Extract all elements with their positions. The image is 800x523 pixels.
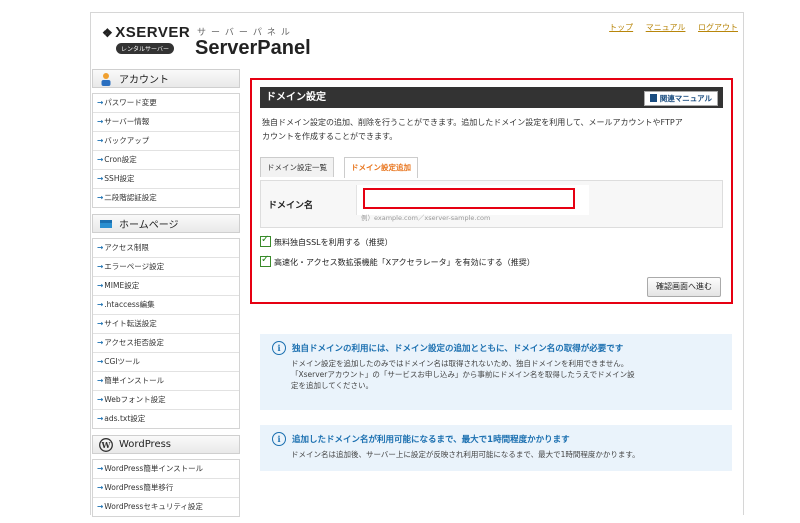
description-line: カウントを作成することができます。	[262, 132, 398, 141]
wordpress-icon: W	[99, 437, 113, 452]
diamond-logo-icon: ❖	[102, 26, 114, 40]
info-heading: 独自ドメインの利用には、ドメイン設定の追加とともに、ドメイン名の取得が必要です	[292, 344, 624, 354]
sidebar-item-ssh[interactable]: →SSH設定	[93, 170, 239, 189]
info-heading: 追加したドメイン名が利用可能になるまで、最大で1時間程度かかります	[292, 435, 570, 445]
arrow-right-icon: →	[97, 155, 104, 164]
free-ssl-checkbox[interactable]: 無料独自SSLを利用する（推奨）	[260, 234, 393, 248]
domain-name-input[interactable]	[363, 188, 575, 209]
manual-link[interactable]: マニュアル	[646, 23, 686, 32]
sidebar-item-2fa[interactable]: →二段階認証設定	[93, 189, 239, 207]
arrow-right-icon: →	[97, 262, 104, 271]
sidebar: アカウント →パスワード変更 →サーバー情報 →バックアップ →Cron設定 →…	[92, 69, 240, 523]
arrow-right-icon: →	[97, 300, 104, 309]
domain-name-label: ドメイン名	[268, 201, 314, 211]
sidebar-item-backup[interactable]: →バックアップ	[93, 132, 239, 151]
homepage-icon	[99, 217, 113, 231]
arrow-right-icon: →	[97, 98, 104, 107]
input-cell	[356, 185, 589, 215]
book-icon	[649, 94, 657, 102]
sidebar-item-server-info[interactable]: →サーバー情報	[93, 113, 239, 132]
sidebar-item-wp-security[interactable]: →WordPressセキュリティ設定	[93, 498, 239, 516]
sidebar-item-wp-migrate[interactable]: →WordPress簡単移行	[93, 479, 239, 498]
x-accelerator-checkbox[interactable]: 高速化・アクセス数拡張機能「Xアクセラレータ」を有効にする（推奨）	[260, 254, 535, 268]
arrow-right-icon: →	[97, 376, 104, 385]
account-menu: →パスワード変更 →サーバー情報 →バックアップ →Cron設定 →SSH設定 …	[92, 93, 240, 208]
arrow-right-icon: →	[97, 281, 104, 290]
info-line: 定を追加してください。	[291, 381, 374, 390]
account-section-header: アカウント	[92, 69, 240, 88]
wordpress-section-title: WordPress	[119, 439, 172, 450]
free-ssl-label: 無料独自SSLを利用する（推奨）	[274, 238, 393, 247]
sidebar-item-web-font[interactable]: →Webフォント設定	[93, 391, 239, 410]
sidebar-item-easy-install[interactable]: →簡単インストール	[93, 372, 239, 391]
arrow-right-icon: →	[97, 502, 104, 511]
logo-badge: レンタルサーバー	[116, 43, 174, 54]
top-links: トップ マニュアル ログアウト	[599, 22, 738, 33]
arrow-right-icon: →	[97, 193, 104, 202]
arrow-right-icon: →	[97, 136, 104, 145]
info-body: ドメイン名は追加後、サーバー上に設定が反映され利用可能になるまで、最大で1時間程…	[291, 449, 720, 460]
arrow-right-icon: →	[97, 319, 104, 328]
sidebar-item-wp-install[interactable]: →WordPress簡単インストール	[93, 460, 239, 479]
confirm-button[interactable]: 確認画面へ進む	[647, 277, 721, 297]
domain-hint: 例）example.com／xserver-sample.com	[361, 214, 491, 222]
info-body: ドメイン設定を追加したのみではドメイン名は取得されないため、独自ドメインを利用で…	[291, 358, 720, 391]
sidebar-item-ads-txt[interactable]: →ads.txt設定	[93, 410, 239, 428]
info-icon: i	[272, 341, 286, 355]
info-line: 「Xserverアカウント」の「サービスお申し込み」から事前にドメイン名を取得し…	[291, 370, 635, 379]
info-icon: i	[272, 432, 286, 446]
domain-settings-panel: ドメイン設定 関連マニュアル 独自ドメイン設定の追加、削除を行うことができます。…	[250, 78, 733, 304]
related-manual-button[interactable]: 関連マニュアル	[643, 91, 718, 106]
svg-text:W: W	[101, 440, 112, 450]
page-title-bar: ドメイン設定 関連マニュアル	[260, 87, 723, 108]
x-accelerator-label: 高速化・アクセス数拡張機能「Xアクセラレータ」を有効にする（推奨）	[274, 258, 535, 267]
homepage-section-title: ホームページ	[119, 220, 179, 231]
arrow-right-icon: →	[97, 464, 104, 473]
arrow-right-icon: →	[97, 357, 104, 366]
arrow-right-icon: →	[97, 338, 104, 347]
sidebar-item-cgi-tools[interactable]: →CGIツール	[93, 353, 239, 372]
logo-text: XSERVER	[115, 24, 191, 41]
checkbox-checked-icon	[260, 254, 271, 267]
checkbox-checked-icon	[260, 234, 271, 247]
brand-title: ServerPanel	[195, 37, 311, 59]
arrow-right-icon: →	[97, 483, 104, 492]
sidebar-item-error-page[interactable]: →エラーページ設定	[93, 258, 239, 277]
logout-link[interactable]: ログアウト	[698, 23, 738, 32]
arrow-right-icon: →	[97, 395, 104, 404]
wordpress-menu: →WordPress簡単インストール →WordPress簡単移行 →WordP…	[92, 459, 240, 517]
sidebar-item-access-deny[interactable]: →アクセス拒否設定	[93, 334, 239, 353]
sidebar-item-access-limit[interactable]: →アクセス制限	[93, 239, 239, 258]
arrow-right-icon: →	[97, 414, 104, 423]
tab-domain-list[interactable]: ドメイン設定一覧	[260, 157, 334, 177]
tab-domain-add[interactable]: ドメイン設定追加	[344, 157, 418, 178]
top-link[interactable]: トップ	[609, 23, 633, 32]
info-line: ドメイン名は追加後、サーバー上に設定が反映され利用可能になるまで、最大で1時間程…	[291, 450, 640, 459]
info-line: ドメイン設定を追加したのみではドメイン名は取得されないため、独自ドメインを利用で…	[291, 359, 629, 368]
sidebar-item-password[interactable]: →パスワード変更	[93, 94, 239, 113]
info-box-domain-acquisition: i 独自ドメインの利用には、ドメイン設定の追加とともに、ドメイン名の取得が必要です…	[260, 334, 732, 410]
arrow-right-icon: →	[97, 243, 104, 252]
sidebar-item-mime[interactable]: →MIME設定	[93, 277, 239, 296]
sidebar-item-htaccess[interactable]: →.htaccess編集	[93, 296, 239, 315]
domain-form: ドメイン名 例）example.com／xserver-sample.com	[260, 180, 723, 228]
arrow-right-icon: →	[97, 174, 104, 183]
sidebar-item-site-redirect[interactable]: →サイト転送設定	[93, 315, 239, 334]
homepage-menu: →アクセス制限 →エラーページ設定 →MIME設定 →.htaccess編集 →…	[92, 238, 240, 429]
arrow-right-icon: →	[97, 117, 104, 126]
homepage-section-header: ホームページ	[92, 214, 240, 233]
wordpress-section-header: W WordPress	[92, 435, 240, 454]
description-line: 独自ドメイン設定の追加、削除を行うことができます。追加したドメイン設定を利用して…	[262, 118, 683, 127]
sidebar-item-cron[interactable]: →Cron設定	[93, 151, 239, 170]
info-box-propagation: i 追加したドメイン名が利用可能になるまで、最大で1時間程度かかります ドメイン名…	[260, 425, 732, 471]
page-title: ドメイン設定	[266, 92, 326, 103]
page-description: 独自ドメイン設定の追加、削除を行うことができます。追加したドメイン設定を利用して…	[262, 116, 727, 144]
account-icon	[99, 72, 113, 86]
account-section-title: アカウント	[119, 75, 169, 86]
